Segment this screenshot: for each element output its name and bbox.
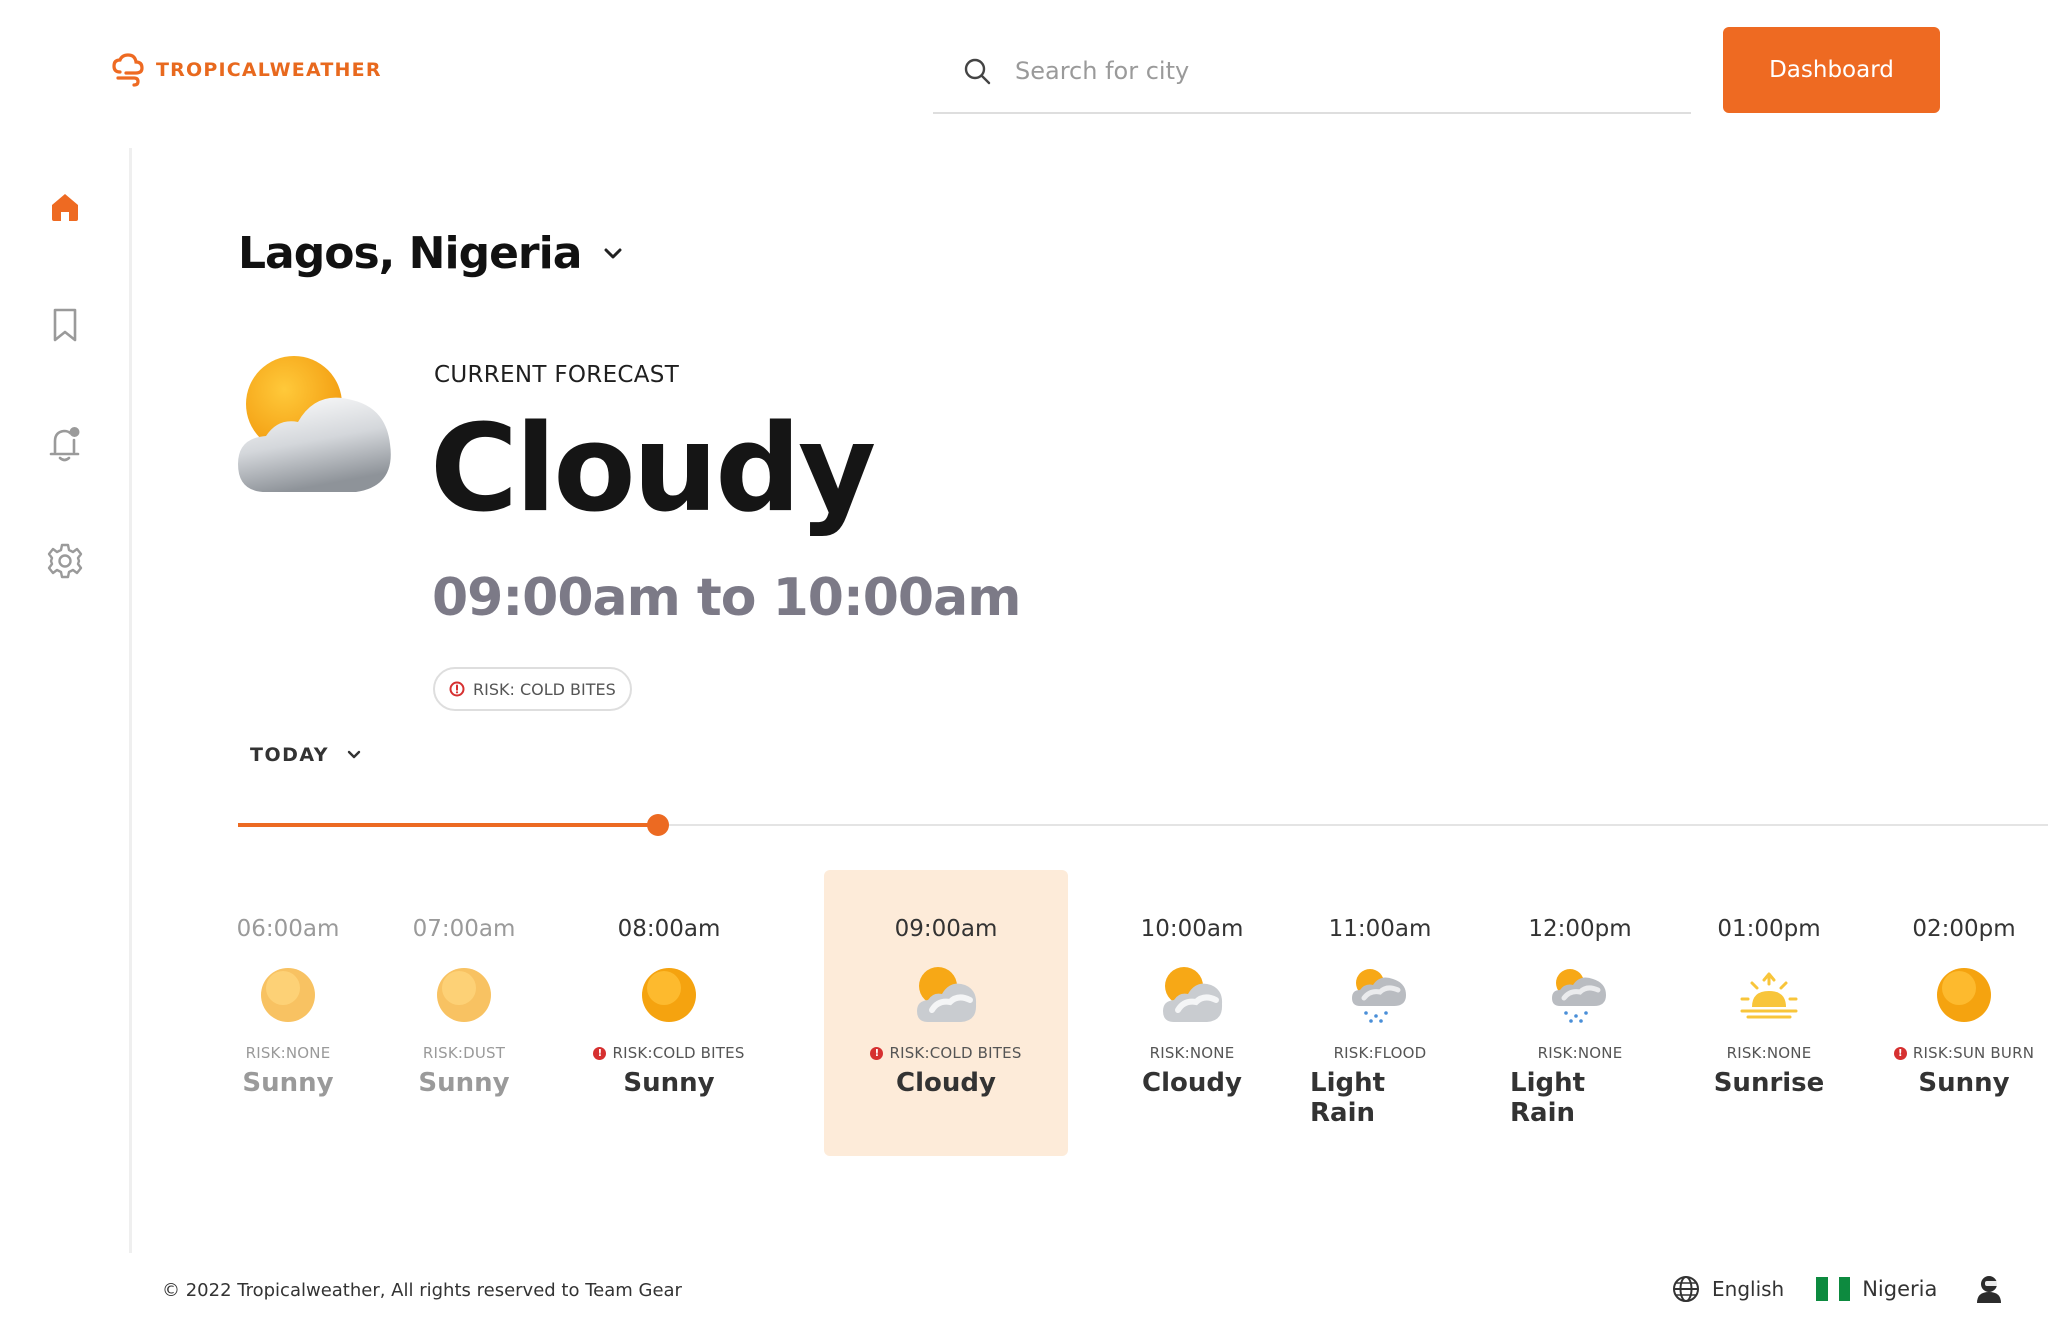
sidebar-item-home[interactable]	[46, 188, 84, 226]
hour-condition: Sunrise	[1713, 1068, 1825, 1098]
hour-risk-text: RISK:NONE	[1149, 1044, 1235, 1062]
hour-risk: RISK:NONE	[246, 1044, 331, 1062]
language-label: English	[1712, 1277, 1785, 1301]
sidebar-item-notifications[interactable]	[46, 424, 84, 462]
alert-icon: !	[593, 1046, 607, 1060]
hour-card-0200pm[interactable]: 02:00pm! RISK:SUN BURN Sunny	[1884, 870, 2044, 1156]
user-avatar-icon[interactable]	[1975, 1274, 2003, 1304]
hour-card-0700am[interactable]: 07:00am RISK:DUST Sunny	[400, 870, 528, 1156]
hour-risk: RISK:NONE	[1150, 1044, 1235, 1062]
hour-time: 02:00pm	[1912, 916, 2016, 942]
footer-controls: English Nigeria	[1672, 1274, 2003, 1304]
hour-risk: ! RISK:SUN BURN	[1893, 1044, 2035, 1062]
home-icon	[52, 194, 78, 221]
rain-cloud-icon	[1547, 964, 1613, 1026]
dashboard-button[interactable]: Dashboard	[1723, 27, 1940, 113]
hour-card-1200pm[interactable]: 12:00pm RISK:NONE Light Rain	[1510, 870, 1650, 1156]
current-condition: Cloudy	[430, 400, 876, 539]
timeline-slider-handle[interactable]	[647, 814, 669, 836]
hour-card-0800am[interactable]: 08:00am! RISK:COLD BITES Sunny	[580, 870, 758, 1156]
current-timespan: 09:00am to 10:00am	[432, 568, 1021, 628]
city-name: Lagos, Nigeria	[238, 228, 582, 279]
hour-condition: Sunny	[418, 1068, 510, 1098]
hour-risk-text: RISK:SUN BURN	[1912, 1044, 2035, 1062]
bookmark-icon	[53, 308, 77, 342]
hour-card-0600am[interactable]: 06:00am RISK:NONE Sunny	[224, 870, 352, 1156]
country-selector[interactable]: Nigeria	[1816, 1277, 1937, 1301]
hour-time: 10:00am	[1140, 916, 1244, 942]
risk-text: RISK: COLD BITES	[473, 679, 616, 699]
hour-card-0900am[interactable]: 09:00am! RISK:COLD BITES Cloudy	[824, 870, 1068, 1156]
hour-time: 12:00pm	[1528, 916, 1632, 942]
hour-risk: RISK:NONE	[1727, 1044, 1812, 1062]
hour-card-1000am[interactable]: 10:00am RISK:NONE Cloudy	[1128, 870, 1256, 1156]
current-forecast-label: CURRENT FORECAST	[434, 362, 680, 388]
hour-risk-text: RISK:NONE	[245, 1044, 331, 1062]
notification-bell-icon	[49, 427, 80, 462]
sun-icon	[636, 964, 702, 1026]
brand-name: TROPICALWEATHER	[156, 59, 382, 81]
period-label: TODAY	[250, 744, 330, 766]
hour-risk-text: RISK:COLD BITES	[889, 1044, 1022, 1062]
country-label: Nigeria	[1862, 1277, 1938, 1301]
period-selector[interactable]: TODAY	[250, 744, 361, 766]
hour-condition: Cloudy	[896, 1068, 996, 1098]
sunrise-icon	[1736, 964, 1802, 1026]
hour-risk: ! RISK:COLD BITES	[593, 1044, 744, 1062]
sidebar-item-saved[interactable]	[46, 306, 84, 344]
hour-risk: RISK:FLOOD	[1334, 1044, 1427, 1062]
search-input[interactable]	[1015, 57, 1615, 85]
alert-icon	[449, 681, 465, 697]
alert-icon: !	[870, 1046, 884, 1060]
hour-time: 06:00am	[236, 916, 340, 942]
sun-behind-cloud-icon	[238, 356, 391, 492]
timeline-progress	[238, 823, 658, 827]
nigeria-flag-icon	[1816, 1277, 1851, 1301]
sun-behind-cloud-icon	[1159, 964, 1225, 1026]
hour-time: 07:00am	[412, 916, 516, 942]
brand-logo[interactable]: TROPICALWEATHER	[110, 52, 382, 88]
rain-cloud-icon	[1347, 964, 1413, 1026]
hour-condition: Sunny	[242, 1068, 334, 1098]
search-bar	[933, 30, 1691, 114]
sun-icon	[431, 964, 497, 1026]
hour-card-0100pm[interactable]: 01:00pm RISK:NONE Sunrise	[1705, 870, 1833, 1156]
chevron-down-icon	[604, 248, 622, 258]
search-icon	[963, 56, 993, 86]
hour-risk-text: RISK:FLOOD	[1333, 1044, 1427, 1062]
hour-time: 01:00pm	[1717, 916, 1821, 942]
hour-condition: Sunny	[1918, 1068, 2010, 1098]
hour-card-1100am[interactable]: 11:00am RISK:FLOOD Light Rain	[1310, 870, 1450, 1156]
hour-condition: Sunny	[623, 1068, 715, 1098]
sun-icon	[255, 964, 321, 1026]
hour-risk-text: RISK:DUST	[422, 1044, 506, 1062]
hour-risk-text: RISK:NONE	[1537, 1044, 1623, 1062]
logo-icon	[112, 53, 144, 87]
alert-icon: !	[1893, 1046, 1907, 1060]
hourly-forecast-list: 06:00am RISK:NONE Sunny 07:00am RISK:DUST Sun…	[0, 870, 2048, 1160]
hour-risk: RISK:NONE	[1538, 1044, 1623, 1062]
hour-time: 09:00am	[894, 916, 998, 942]
hour-condition: Light Rain	[1310, 1068, 1386, 1128]
location-selector[interactable]: Lagos, Nigeria	[238, 228, 623, 279]
sun-behind-cloud-icon	[913, 964, 979, 1026]
sidebar-item-settings[interactable]	[46, 542, 84, 580]
hour-risk-text: RISK:COLD BITES	[612, 1044, 745, 1062]
sun-icon	[1931, 964, 1997, 1026]
hour-condition: Cloudy	[1142, 1068, 1242, 1098]
language-selector[interactable]: English	[1672, 1275, 1784, 1303]
hour-time: 08:00am	[617, 916, 721, 942]
copyright-text: © 2022 Tropicalweather, All rights reser…	[162, 1280, 682, 1301]
app-page: TROPICALWEATHER Dashboard Lagos, Nigeria	[0, 0, 2048, 1330]
risk-badge: RISK: COLD BITES	[433, 667, 632, 711]
globe-icon	[1673, 1276, 1699, 1302]
hour-condition: Light Rain	[1510, 1068, 1586, 1128]
hour-risk: ! RISK:COLD BITES	[870, 1044, 1021, 1062]
hour-risk: RISK:DUST	[423, 1044, 505, 1062]
gear-icon	[47, 543, 83, 579]
hour-risk-text: RISK:NONE	[1726, 1044, 1812, 1062]
chevron-down-icon	[347, 750, 361, 759]
hour-time: 11:00am	[1328, 916, 1432, 942]
